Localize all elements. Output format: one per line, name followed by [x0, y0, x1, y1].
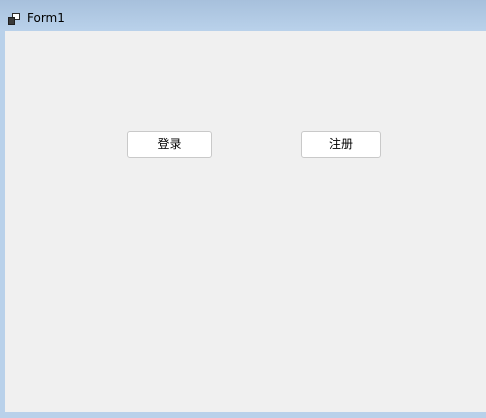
app-icon [8, 10, 20, 25]
form1-window: Form1 登录 注册 [0, 0, 486, 418]
register-button[interactable]: 注册 [301, 131, 381, 158]
title-bar[interactable]: Form1 [0, 0, 486, 30]
window-title: Form1 [27, 11, 65, 25]
login-button[interactable]: 登录 [127, 131, 212, 158]
form-client-area: 登录 注册 [5, 31, 486, 412]
